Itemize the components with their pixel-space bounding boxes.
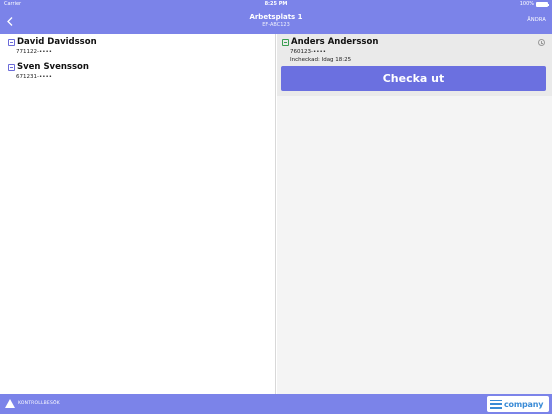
list-item[interactable]: Anders Andersson 760123-•••• Incheckad: …	[282, 37, 542, 64]
logo-mark-icon	[490, 399, 502, 409]
person-name: Anders Andersson	[291, 37, 379, 47]
person-ssn: 671231-••••	[16, 74, 52, 80]
page-title: Arbetsplats 1	[249, 13, 303, 21]
history-clock-icon[interactable]	[538, 39, 545, 46]
warning-triangle-icon	[5, 399, 15, 408]
list-item[interactable]: David Davidsson 771122-••••	[8, 37, 268, 56]
battery-percent: 100%	[519, 1, 534, 7]
status-time: 8:25 PM	[264, 1, 288, 7]
document-icon	[8, 39, 15, 46]
document-icon	[282, 39, 289, 46]
checkin-time: Incheckad: Idag 18:25	[290, 57, 352, 63]
person-ssn: 771122-••••	[16, 49, 52, 55]
page-subtitle: EF-ABC123	[262, 22, 290, 28]
company-logo: company	[487, 396, 549, 412]
person-name: Sven Svensson	[17, 62, 89, 72]
battery-icon	[536, 2, 549, 7]
checked-in-list: Anders Andersson 760123-•••• Incheckad: …	[277, 34, 552, 394]
person-name: David Davidsson	[17, 37, 97, 47]
bottom-toolbar: KONTROLLBESÖK company	[0, 394, 552, 414]
status-bar: Carrier 8:25 PM 100%	[0, 0, 552, 9]
nav-titles: Arbetsplats 1 EF-ABC123	[0, 12, 552, 29]
logo-text: company	[504, 399, 544, 409]
control-visit-label: KONTROLLBESÖK	[18, 401, 60, 406]
battery-status: 100%	[519, 0, 549, 9]
navigation-bar: Arbetsplats 1 EF-ABC123 ÄNDRA	[0, 9, 552, 34]
people-list: David Davidsson 771122-•••• Sven Svensso…	[0, 34, 276, 394]
control-visit-button[interactable]: KONTROLLBESÖK	[5, 399, 60, 408]
person-ssn: 760123-••••	[290, 49, 326, 55]
document-icon	[8, 64, 15, 71]
edit-button[interactable]: ÄNDRA	[527, 17, 546, 23]
list-item[interactable]: Sven Svensson 671231-••••	[8, 62, 268, 81]
checkout-button[interactable]: Checka ut	[281, 66, 546, 91]
checked-in-card: Anders Andersson 760123-•••• Incheckad: …	[277, 34, 552, 96]
